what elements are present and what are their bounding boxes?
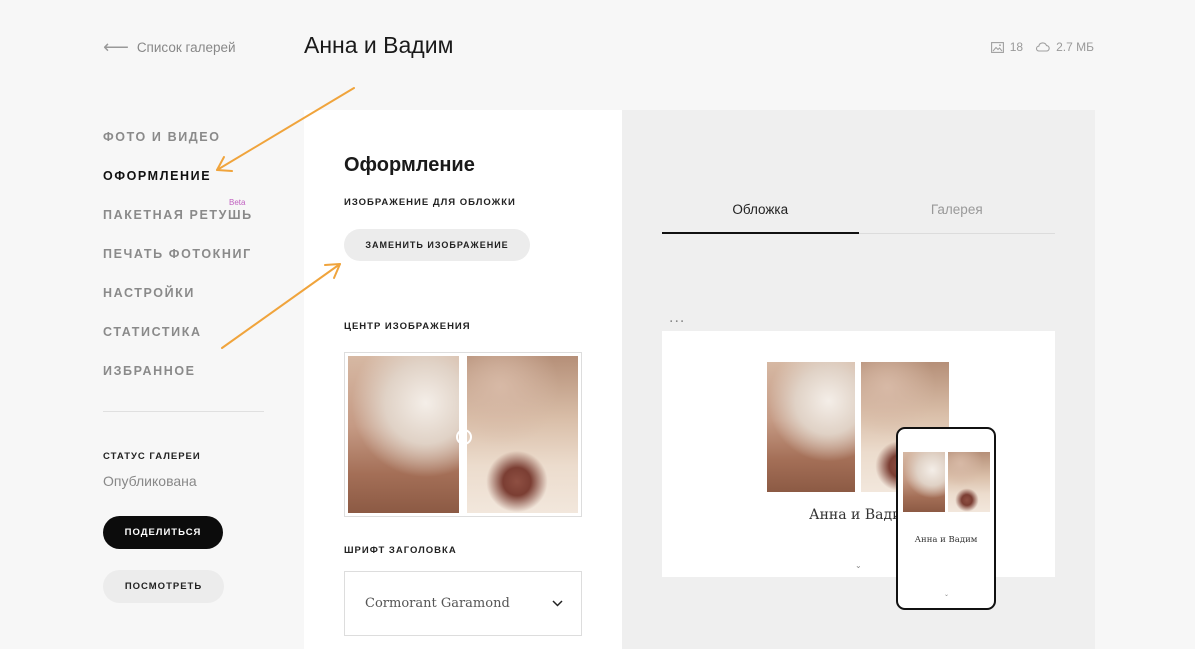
sidebar-item-photobook-print[interactable]: ПЕЧАТЬ ФОТОКНИГ — [103, 247, 253, 286]
back-to-galleries-link[interactable]: ⟵ Список галерей — [103, 38, 236, 56]
tab-cover[interactable]: Обложка — [662, 194, 859, 234]
sidebar-nav: ФОТО И ВИДЕО ОФОРМЛЕНИЕ ПАКЕТНАЯ РЕТУШЬ … — [103, 130, 253, 403]
cover-photo-right — [467, 356, 578, 513]
gallery-stats: 18 2.7 МБ — [990, 40, 1094, 54]
preview-area: Обложка Галерея ... Анна и Вадим ⌄ Анна … — [622, 110, 1095, 649]
image-center-label: ЦЕНТР ИЗОБРАЖЕНИЯ — [344, 321, 471, 332]
storage-size: 2.7 МБ — [1056, 40, 1094, 54]
cover-photo-left — [348, 356, 459, 513]
arrow-left-icon: ⟵ — [103, 37, 129, 57]
sidebar-divider — [103, 411, 264, 412]
gallery-status-label: СТАТУС ГАЛЕРЕИ — [103, 451, 201, 462]
panel-title: Оформление — [344, 154, 475, 176]
focus-point-handle[interactable] — [456, 429, 472, 445]
more-options-icon[interactable]: ... — [669, 310, 685, 326]
page-title: Анна и Вадим — [304, 32, 454, 58]
preview-photo-left — [767, 362, 855, 492]
tab-gallery[interactable]: Галерея — [859, 194, 1056, 233]
mobile-photo-left — [903, 452, 945, 512]
design-settings-panel: Оформление ИЗОБРАЖЕНИЕ ДЛЯ ОБЛОЖКИ ЗАМЕН… — [304, 110, 622, 649]
replace-image-button[interactable]: ЗАМЕНИТЬ ИЗОБРАЖЕНИЕ — [344, 229, 530, 261]
title-font-select[interactable]: Cormorant Garamond — [344, 571, 582, 636]
desktop-cover-preview: Анна и Вадим ⌄ — [662, 331, 1055, 577]
sidebar-item-label: ПАКЕТНАЯ РЕТУШЬ — [103, 208, 253, 222]
sidebar-item-statistics[interactable]: СТАТИСТИКА — [103, 325, 253, 364]
image-icon — [990, 41, 1004, 53]
sidebar-item-photo-video[interactable]: ФОТО И ВИДЕО — [103, 130, 253, 169]
scroll-down-icon: ⌄ — [944, 592, 950, 598]
sidebar-item-label: СТАТИСТИКА — [103, 325, 202, 339]
scroll-down-icon: ⌄ — [855, 561, 862, 570]
title-font-label: ШРИФТ ЗАГОЛОВКА — [344, 545, 457, 556]
beta-badge: Beta — [229, 198, 246, 207]
sidebar-item-label: ФОТО И ВИДЕО — [103, 130, 221, 144]
photo-count: 18 — [1009, 40, 1024, 54]
mobile-cover-title: Анна и Вадим — [914, 535, 978, 545]
sidebar-item-label: НАСТРОЙКИ — [103, 286, 195, 300]
back-link-label: Список галерей — [136, 39, 236, 55]
sidebar-item-favorites[interactable]: ИЗБРАННОЕ — [103, 364, 253, 403]
image-focus-picker[interactable] — [344, 352, 582, 517]
font-select-value: Cormorant Garamond — [365, 596, 510, 611]
cover-image-label: ИЗОБРАЖЕНИЕ ДЛЯ ОБЛОЖКИ — [344, 197, 516, 208]
share-button[interactable]: ПОДЕЛИТЬСЯ — [103, 516, 223, 549]
preview-tabs: Обложка Галерея — [662, 194, 1055, 234]
sidebar-item-label: ОФОРМЛЕНИЕ — [103, 169, 212, 183]
sidebar-item-label: ИЗБРАННОЕ — [103, 364, 196, 378]
mobile-cover-preview: Анна и Вадим ⌄ — [896, 427, 996, 610]
gallery-status-value: Опубликована — [103, 473, 197, 489]
mobile-photo-right — [948, 452, 990, 512]
sidebar-item-batch-retouch[interactable]: ПАКЕТНАЯ РЕТУШЬ Beta — [103, 198, 253, 247]
sidebar-item-label: ПЕЧАТЬ ФОТОКНИГ — [103, 247, 252, 261]
cloud-icon — [1036, 42, 1050, 52]
view-button[interactable]: ПОСМОТРЕТЬ — [103, 570, 224, 603]
chevron-down-icon — [552, 600, 563, 607]
mobile-cover-photos — [903, 452, 990, 512]
sidebar-item-settings[interactable]: НАСТРОЙКИ — [103, 286, 253, 325]
